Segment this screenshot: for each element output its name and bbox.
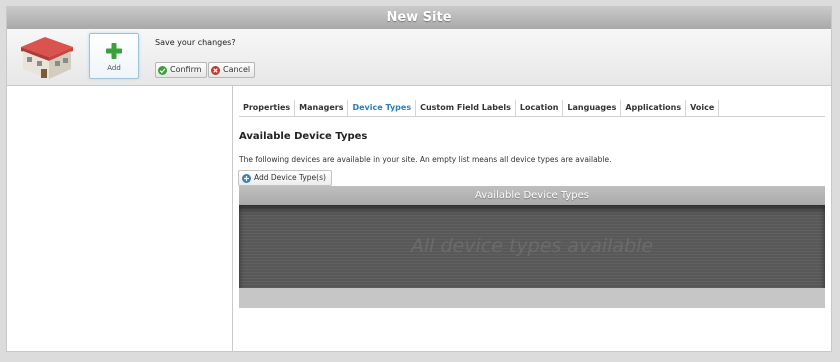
tab-bar: Properties Managers Device Types Custom … bbox=[239, 100, 825, 117]
tab-location[interactable]: Location bbox=[516, 100, 564, 116]
tab-custom-field-labels[interactable]: Custom Field Labels bbox=[416, 100, 516, 116]
add-button[interactable]: Add bbox=[89, 33, 139, 79]
panel-title: Available Device Types bbox=[239, 186, 825, 205]
tab-properties[interactable]: Properties bbox=[239, 100, 296, 116]
plus-icon bbox=[106, 43, 122, 59]
cancel-button[interactable]: Cancel bbox=[208, 62, 256, 78]
dialog-title: New Site bbox=[7, 7, 831, 29]
save-prompt: Save your changes? bbox=[155, 38, 236, 47]
tab-applications[interactable]: Applications bbox=[621, 100, 687, 116]
add-label: Add bbox=[107, 64, 121, 72]
tab-languages[interactable]: Languages bbox=[563, 100, 622, 116]
tab-voice[interactable]: Voice bbox=[686, 100, 720, 116]
left-panel bbox=[7, 86, 233, 351]
add-device-types-label: Add Device Type(s) bbox=[254, 173, 326, 182]
add-device-types-button[interactable]: Add Device Type(s) bbox=[238, 170, 332, 186]
toolbar: Add Save your changes? Confirm Cancel bbox=[7, 29, 831, 86]
check-icon bbox=[158, 65, 167, 75]
confirm-button[interactable]: Confirm bbox=[155, 62, 207, 78]
confirm-label: Confirm bbox=[170, 65, 202, 74]
cancel-label: Cancel bbox=[223, 65, 251, 74]
section-title: Available Device Types bbox=[239, 131, 368, 142]
tab-managers[interactable]: Managers bbox=[295, 100, 349, 116]
empty-list-message: All device types available bbox=[239, 205, 825, 288]
tab-device-types[interactable]: Device Types bbox=[348, 100, 417, 116]
section-description: The following devices are available in y… bbox=[239, 155, 612, 164]
available-device-types-panel: Available Device Types All device types … bbox=[239, 186, 825, 308]
building-icon bbox=[21, 37, 73, 79]
add-circle-icon bbox=[242, 173, 251, 183]
new-site-dialog: New Site Add Save your changes? Confirm … bbox=[6, 6, 832, 352]
close-icon bbox=[211, 65, 220, 75]
